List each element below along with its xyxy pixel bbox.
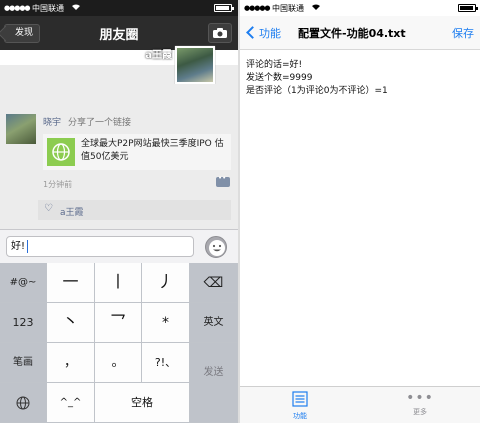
camera-icon bbox=[213, 28, 227, 38]
chevron-left-icon bbox=[246, 26, 259, 39]
battery-icon bbox=[458, 4, 478, 12]
key-stroke-shu[interactable]: 丨 bbox=[95, 263, 142, 303]
navigation-bar: 功能 配置文件-功能04.txt 保存 bbox=[240, 16, 480, 50]
stroke-keyboard: #@~ 一 丨 丿 ⌫ 123 丶 乛 * 英文 笔画 ， 。 ?!、 发送 ^… bbox=[0, 263, 238, 423]
link-title: 全球最大P2P网站最快三季度IPO 估值50亿美元 bbox=[81, 139, 224, 162]
comment-input[interactable]: 好! bbox=[6, 236, 194, 257]
list-icon bbox=[292, 391, 308, 407]
link-thumbnail bbox=[47, 138, 75, 166]
wifi-icon bbox=[71, 3, 81, 13]
screenshot-frame: ●●●●● 中国联通 发现 朋友圈 a王霞 晓宇 分享了一个链接 全球最大P2P… bbox=[0, 0, 480, 423]
key-stroke-mode[interactable]: 笔画 bbox=[0, 343, 47, 383]
key-period[interactable]: 。 bbox=[95, 343, 142, 383]
heart-icon: ♡ bbox=[44, 203, 53, 214]
backspace-icon: ⌫ bbox=[203, 275, 224, 291]
navigation-bar: 发现 朋友圈 bbox=[0, 16, 238, 50]
shared-link-card[interactable]: 全球最大P2P网站最快三季度IPO 估值50亿美元 bbox=[43, 134, 231, 170]
globe-icon bbox=[16, 396, 30, 410]
carrier-label: 中国联通 bbox=[32, 4, 64, 13]
signal-icon: ●●●●● bbox=[244, 4, 271, 12]
status-bar: ●●●●● 中国联通 bbox=[0, 0, 238, 16]
status-bar: ●●●●● 中国联通 bbox=[240, 0, 480, 16]
key-numbers[interactable]: 123 bbox=[0, 303, 47, 343]
send-key[interactable]: 发送 bbox=[190, 343, 238, 423]
moments-feed: 晓宇 分享了一个链接 全球最大P2P网站最快三季度IPO 估值50亿美元 1分钟… bbox=[0, 84, 238, 229]
wifi-icon bbox=[311, 3, 321, 13]
key-stroke-zhe[interactable]: 乛 bbox=[95, 303, 142, 343]
cover-avatar[interactable] bbox=[175, 46, 215, 84]
key-comma[interactable]: ， bbox=[47, 343, 95, 383]
delete-key[interactable]: ⌫ bbox=[190, 263, 238, 303]
emoticon-key[interactable]: ^_^ bbox=[47, 383, 95, 423]
tab-functions[interactable]: 功能 bbox=[270, 391, 330, 421]
key-punctuation[interactable]: ?!、 bbox=[142, 343, 190, 383]
key-english[interactable]: 英文 bbox=[190, 303, 238, 343]
globe-icon bbox=[52, 143, 70, 161]
avatar[interactable] bbox=[6, 114, 36, 144]
tab-bar: 功能 ••• 更多 bbox=[240, 386, 480, 423]
key-stroke-dian[interactable]: 丶 bbox=[47, 303, 95, 343]
post-timestamp: 1分钟前 bbox=[43, 180, 73, 189]
comment-input-bar: 好! bbox=[0, 229, 238, 263]
signal-icon: ●●●●● bbox=[4, 4, 31, 12]
cover-owner-name: a王霞 bbox=[145, 50, 172, 61]
camera-button[interactable] bbox=[208, 23, 232, 43]
config-line: 是否评论（1为评论0为不评论）=1 bbox=[246, 86, 388, 96]
emoji-button[interactable] bbox=[205, 236, 227, 258]
save-button[interactable]: 保存 bbox=[452, 25, 474, 41]
key-stroke-pie[interactable]: 丿 bbox=[142, 263, 190, 303]
config-editor-screen: ●●●●● 中国联通 功能 配置文件-功能04.txt 保存 评论的话=好! 发… bbox=[238, 0, 480, 423]
space-key[interactable]: 空格 bbox=[95, 383, 190, 423]
poster-name[interactable]: 晓宇 bbox=[43, 115, 61, 128]
key-symbols[interactable]: #@~ bbox=[0, 263, 47, 303]
back-button[interactable]: 功能 bbox=[244, 25, 281, 41]
wechat-moments-screen: ●●●●● 中国联通 发现 朋友圈 a王霞 晓宇 分享了一个链接 全球最大P2P… bbox=[0, 0, 238, 423]
page-title: 朋友圈 bbox=[99, 28, 139, 43]
config-text-editor[interactable]: 评论的话=好! 发送个数=9999 是否评论（1为评论0为不评论）=1 bbox=[240, 51, 480, 386]
key-wildcard[interactable]: * bbox=[142, 303, 190, 343]
comment-icon[interactable] bbox=[216, 174, 230, 187]
key-stroke-heng[interactable]: 一 bbox=[47, 263, 95, 303]
battery-icon bbox=[214, 4, 234, 12]
config-line: 评论的话=好! bbox=[246, 60, 303, 70]
page-title: 配置文件-功能04.txt bbox=[298, 27, 406, 40]
smiley-icon bbox=[209, 240, 225, 256]
globe-key[interactable] bbox=[0, 383, 47, 423]
more-icon: ••• bbox=[406, 390, 434, 406]
carrier-label: 中国联通 bbox=[272, 4, 304, 13]
tab-more[interactable]: ••• 更多 bbox=[390, 391, 450, 417]
likes-bar: ♡ a王霞 bbox=[38, 200, 231, 220]
post-action-text: 分享了一个链接 bbox=[68, 118, 132, 128]
config-line: 发送个数=9999 bbox=[246, 73, 313, 83]
liker-name[interactable]: a王霞 bbox=[60, 205, 84, 218]
